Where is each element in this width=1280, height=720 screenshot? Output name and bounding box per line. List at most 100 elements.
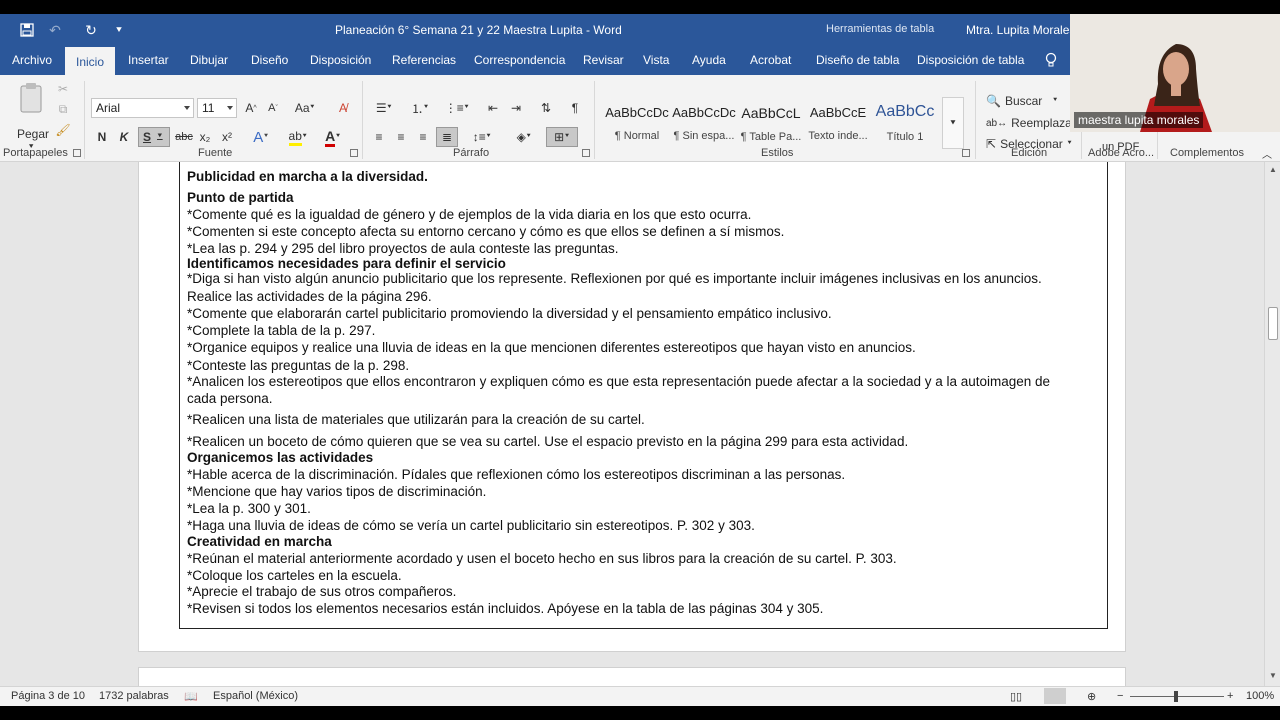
change-case-icon[interactable]: Aa ⯆ [293, 100, 317, 116]
style-texto-independiente[interactable]: AaBbCcE Texto inde... [805, 97, 871, 147]
adobe-group-label: Adobe Acro... [1088, 147, 1155, 159]
italic-button[interactable]: K [117, 129, 131, 145]
tab-ayuda[interactable]: Ayuda [692, 53, 726, 67]
underline-button[interactable]: S ⯆ [138, 127, 170, 147]
section-heading: Organicemos las actividades [187, 450, 374, 465]
decrease-indent-icon[interactable]: ⇤ [484, 100, 502, 116]
grow-font-icon[interactable]: A ^ [243, 100, 259, 116]
redo-icon[interactable]: ↻ [82, 21, 100, 39]
tab-diseno-de-tabla[interactable]: Diseño de tabla [816, 53, 899, 67]
align-left-icon[interactable]: ≡ [370, 129, 388, 145]
copy-icon[interactable]: ⧉ [55, 101, 71, 117]
replace-icon: ab↔ [986, 117, 1008, 129]
select-cursor-icon: ⇱ [986, 137, 997, 151]
line-spacing-icon[interactable]: ↕≡ ⯆ [468, 129, 496, 145]
tab-acrobat[interactable]: Acrobat [750, 53, 791, 67]
zoom-level[interactable]: 100% [1246, 690, 1274, 702]
proofing-icon[interactable]: 📖 [184, 690, 198, 703]
document-line: *Lea las p. 294 y 295 del libro proyecto… [187, 241, 619, 256]
scroll-thumb[interactable] [1268, 307, 1278, 340]
document-line: *Comente qué es la igualdad de género y … [187, 207, 752, 222]
group-divider [975, 81, 976, 159]
format-painter-icon[interactable]: 🖌 [55, 122, 71, 138]
cut-icon[interactable]: ✂ [55, 81, 71, 97]
style-table-paragraph[interactable]: AaBbCcL ¶ Table Pa... [738, 97, 804, 147]
clear-formatting-icon[interactable]: A̸ [335, 100, 351, 116]
numbering-icon[interactable]: ⒈ ⯆ [406, 100, 434, 116]
bullets-icon[interactable]: ☰ ⯆ [371, 100, 397, 116]
multilevel-list-icon[interactable]: ⋮≡ ⯆ [443, 100, 471, 116]
section-heading: Creatividad en marcha [187, 534, 332, 549]
tab-inicio[interactable]: Inicio [65, 47, 116, 75]
clipboard-launcher-icon[interactable] [73, 149, 81, 157]
strikethrough-button[interactable]: abc [175, 129, 193, 145]
styles-more-icon[interactable]: ⯆ [942, 97, 964, 149]
tab-vista[interactable]: Vista [643, 53, 669, 67]
document-line: *Comente que elaborarán cartel publicita… [187, 306, 832, 321]
addins-group-label: Complementos [1170, 147, 1244, 159]
collapse-ribbon-icon[interactable]: ︿ [1261, 147, 1273, 161]
paste-button[interactable]: Pegar [17, 127, 49, 141]
page-count[interactable]: Página 3 de 10 [11, 690, 85, 702]
web-layout-icon[interactable]: ⊕ [1087, 690, 1096, 703]
tab-referencias[interactable]: Referencias [392, 53, 456, 67]
text-effects-icon[interactable]: A ⯆ [250, 128, 272, 146]
scroll-up-arrow-icon[interactable]: ▲ [1267, 164, 1279, 176]
document-line: *Hable acerca de la discriminación. Pída… [187, 467, 846, 482]
vertical-scrollbar[interactable]: ▲ ▼ [1264, 162, 1280, 686]
shrink-font-icon[interactable]: Aˇ [265, 100, 281, 116]
align-right-icon[interactable]: ≡ [414, 129, 432, 145]
highlight-color-icon[interactable]: ab ⯆ [285, 128, 311, 146]
print-layout-icon[interactable] [1044, 688, 1066, 704]
shading-icon[interactable]: ◈ ⯆ [510, 129, 538, 145]
group-divider [594, 81, 595, 159]
font-launcher-icon[interactable] [350, 149, 358, 157]
styles-launcher-icon[interactable] [962, 149, 970, 157]
zoom-in-icon[interactable]: + [1227, 690, 1233, 702]
increase-indent-icon[interactable]: ⇥ [507, 100, 525, 116]
document-line: cada persona. [187, 391, 273, 406]
section-heading: Identificamos necesidades para definir e… [187, 256, 506, 271]
zoom-slider-thumb[interactable] [1174, 691, 1178, 702]
tab-diseno[interactable]: Diseño [251, 53, 288, 67]
word-count[interactable]: 1732 palabras [99, 690, 169, 702]
font-name-combo[interactable]: Arial [91, 98, 194, 118]
show-formatting-icon[interactable]: ¶ [566, 100, 584, 116]
undo-icon[interactable]: ↶ [46, 21, 64, 39]
align-center-icon[interactable]: ≡ [392, 129, 410, 145]
borders-icon[interactable]: ⊞ ⯆ [546, 127, 578, 147]
paragraph-launcher-icon[interactable] [582, 149, 590, 157]
sort-icon[interactable]: ⇅ [537, 100, 555, 116]
style-normal[interactable]: AaBbCcDc ¶ Normal [604, 97, 670, 147]
style-titulo-1[interactable]: AaBbCc Título 1 [872, 97, 938, 147]
webcam-overlay: maestra lupita morales [1070, 14, 1280, 132]
tab-revisar[interactable]: Revisar [583, 53, 624, 67]
language-indicator[interactable]: Español (México) [213, 690, 298, 702]
document-line: *Conteste las preguntas de la p. 298. [187, 358, 410, 373]
user-name[interactable]: Mtra. Lupita Morales [966, 23, 1075, 37]
tab-insertar[interactable]: Insertar [128, 53, 169, 67]
replace-button[interactable]: ab↔ Reemplazar [986, 116, 1076, 130]
tab-disposicion-de-tabla[interactable]: Disposición de tabla [917, 53, 1024, 67]
customize-toolbar-icon[interactable]: ⯆ [110, 21, 128, 39]
tab-archivo[interactable]: Archivo [12, 53, 52, 67]
justify-icon[interactable]: ≣ [436, 127, 458, 147]
font-size-combo[interactable]: 11 [197, 98, 237, 118]
tab-disposicion[interactable]: Disposición [310, 53, 371, 67]
save-icon[interactable] [18, 21, 36, 39]
lightbulb-icon[interactable] [1044, 52, 1058, 68]
subscript-button[interactable]: x₂ [198, 129, 212, 145]
font-color-icon[interactable]: A ⯆ [320, 128, 346, 147]
superscript-button[interactable]: x² [220, 129, 234, 145]
zoom-out-icon[interactable]: − [1117, 690, 1123, 702]
read-mode-icon[interactable]: ▯▯ [1010, 690, 1022, 703]
find-button[interactable]: 🔍 Buscar ⯆ [986, 94, 1058, 108]
paste-icon[interactable] [14, 81, 50, 115]
tab-correspondencia[interactable]: Correspondencia [474, 53, 565, 67]
bold-button[interactable]: N [95, 129, 109, 145]
lesson-table-cell[interactable]: (APRENDIZAJE SERVICIO).Publicidad en mar… [179, 162, 1108, 629]
style-sin-espacio[interactable]: AaBbCcDc ¶ Sin espa... [671, 97, 737, 147]
status-bar: Página 3 de 10 1732 palabras 📖 Español (… [0, 686, 1280, 706]
tab-dibujar[interactable]: Dibujar [190, 53, 228, 67]
scroll-down-arrow-icon[interactable]: ▼ [1267, 670, 1279, 682]
